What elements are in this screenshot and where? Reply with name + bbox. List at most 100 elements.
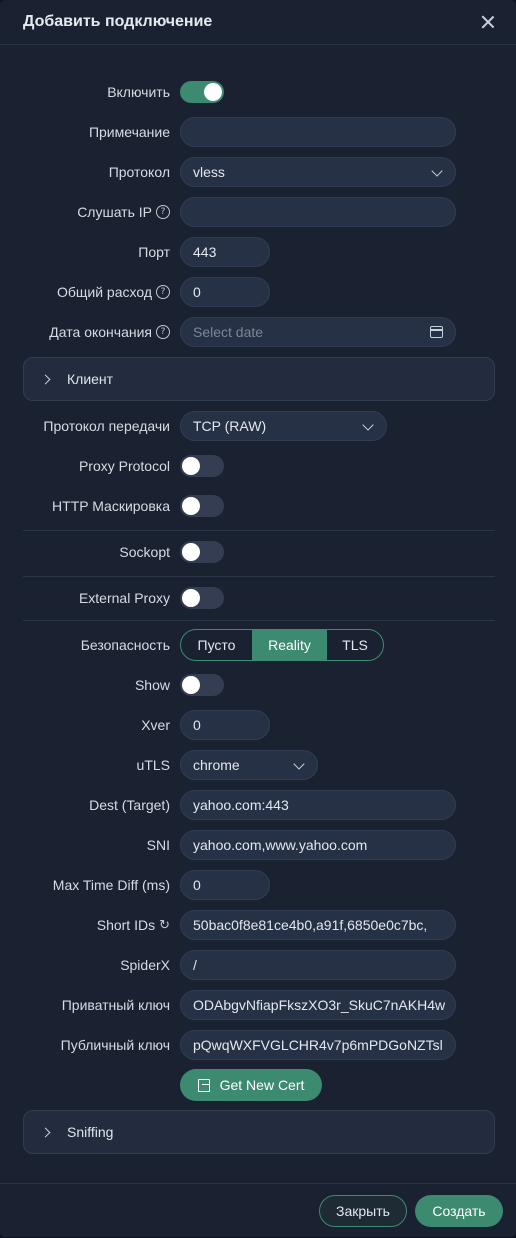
external-proxy-toggle[interactable] [180,587,224,609]
enable-label: Включить [107,84,170,100]
protocol-select[interactable]: vless [180,157,456,187]
xver-label: Xver [141,717,170,733]
remark-label: Примечание [88,124,170,140]
transport-protocol-label: Протокол передачи [43,418,170,434]
protocol-row: Протокол vless [0,156,516,188]
transport-protocol-value: TCP (RAW) [193,418,267,434]
xver-row: Xver 0 [0,709,516,741]
listen-ip-label: Слушать IP? [77,204,170,220]
listen-ip-input[interactable] [180,197,456,227]
expiry-date-picker[interactable]: Select date [180,317,456,347]
security-option-tls[interactable]: TLS [327,630,383,660]
listen-ip-row: Слушать IP? [0,196,516,228]
proxy-protocol-toggle[interactable] [180,455,224,477]
spiderx-row: SpiderX / [0,949,516,981]
dest-row: Dest (Target) yahoo.com:443 [0,789,516,821]
security-label: Безопасность [80,637,170,653]
toggle-knob [204,83,222,101]
toggle-knob [182,676,200,694]
utls-value: chrome [193,757,240,773]
max-time-diff-input[interactable]: 0 [180,870,270,900]
dialog-footer: Закрыть Создать [0,1183,516,1238]
utls-select[interactable]: chrome [180,750,318,780]
sniffing-collapse[interactable]: Sniffing [23,1110,495,1154]
external-proxy-label: External Proxy [78,590,170,606]
protocol-value: vless [193,164,225,180]
sockopt-toggle[interactable] [180,541,224,563]
http-masking-row: HTTP Маскировка [0,490,516,522]
short-ids-input[interactable]: 50bac0f8e81ce4b0,a91f,6850e0c7bc, [180,910,456,940]
toggle-knob [182,457,200,475]
expiry-label: Дата окончания? [49,324,170,340]
chevron-down-icon [293,758,305,770]
toggle-knob [182,497,200,515]
enable-row: Включить [0,76,516,108]
sni-input[interactable]: yahoo.com,www.yahoo.com [180,830,456,860]
client-collapse-label: Клиент [67,371,114,387]
port-input[interactable]: 443 [180,237,270,267]
create-button[interactable]: Создать [415,1195,503,1227]
max-time-diff-label: Max Time Diff (ms) [52,877,170,893]
security-option-reality[interactable]: Reality [253,630,327,660]
dest-label: Dest (Target) [89,797,170,813]
public-key-row: Публичный ключ pQwqWXFVGLCHR4v7p6mPDGoNZ… [0,1029,516,1061]
security-option-none[interactable]: Пусто [181,630,253,660]
chevron-right-icon [40,1127,51,1137]
security-segmented-control: Пусто Reality TLS [180,629,384,661]
remark-row: Примечание [0,116,516,148]
http-masking-toggle[interactable] [180,495,224,517]
sni-label: SNI [146,837,170,853]
total-usage-row: Общий расход? 0 [0,276,516,308]
enable-toggle[interactable] [180,81,224,103]
get-new-cert-button[interactable]: Get New Cert [180,1069,322,1101]
divider [23,620,495,621]
remark-input[interactable] [180,117,456,147]
show-row: Show [0,669,516,701]
short-ids-row: Short IDs ↻ 50bac0f8e81ce4b0,a91f,6850e0c… [0,909,516,941]
utls-row: uTLS chrome [0,749,516,781]
proxy-protocol-row: Proxy Protocol [0,450,516,482]
sniffing-collapse-label: Sniffing [67,1124,114,1140]
private-key-input[interactable]: ODAbgvNfiapFkszXO3r_SkuC7nAKH4w [180,990,456,1020]
utls-label: uTLS [136,757,170,773]
spiderx-input[interactable]: / [180,950,456,980]
port-label: Порт [138,244,170,260]
security-row: Безопасность Пусто Reality TLS [0,629,516,661]
total-usage-input[interactable]: 0 [180,277,270,307]
dest-input[interactable]: yahoo.com:443 [180,790,456,820]
refresh-icon[interactable]: ↻ [159,918,170,933]
toggle-knob [182,543,200,561]
external-proxy-row: External Proxy [0,582,516,614]
toggle-knob [182,589,200,607]
help-icon[interactable]: ? [156,205,170,219]
transport-protocol-select[interactable]: TCP (RAW) [180,411,387,441]
dialog-header: Добавить подключение [0,0,516,45]
chevron-right-icon [40,374,51,384]
help-icon[interactable]: ? [156,285,170,299]
private-key-label: Приватный ключ [61,997,170,1013]
public-key-input[interactable]: pQwqWXFVGLCHR4v7p6mPDGoNZTsl [180,1030,456,1060]
chevron-down-icon [362,419,374,431]
sni-row: SNI yahoo.com,www.yahoo.com [0,829,516,861]
total-usage-label: Общий расход? [57,284,170,300]
short-ids-label: Short IDs ↻ [96,917,170,933]
close-button[interactable]: Закрыть [319,1195,407,1227]
divider [23,530,495,531]
proxy-protocol-label: Proxy Protocol [78,458,170,474]
close-icon[interactable] [480,14,496,30]
private-key-row: Приватный ключ ODAbgvNfiapFkszXO3r_SkuC7… [0,989,516,1021]
divider [23,576,495,577]
certificate-icon [197,1078,210,1092]
http-masking-label: HTTP Маскировка [52,498,170,514]
client-collapse[interactable]: Клиент [23,357,495,401]
show-toggle[interactable] [180,674,224,696]
spiderx-label: SpiderX [120,957,170,973]
dialog-title: Добавить подключение [23,13,213,30]
xver-input[interactable]: 0 [180,710,270,740]
add-inbound-dialog: Добавить подключение Включить Примечание… [0,0,516,1237]
help-icon[interactable]: ? [156,325,170,339]
get-new-cert-label: Get New Cert [219,1077,305,1093]
max-time-diff-row: Max Time Diff (ms) 0 [0,869,516,901]
port-row: Порт 443 [0,236,516,268]
sockopt-label: Sockopt [119,544,170,560]
